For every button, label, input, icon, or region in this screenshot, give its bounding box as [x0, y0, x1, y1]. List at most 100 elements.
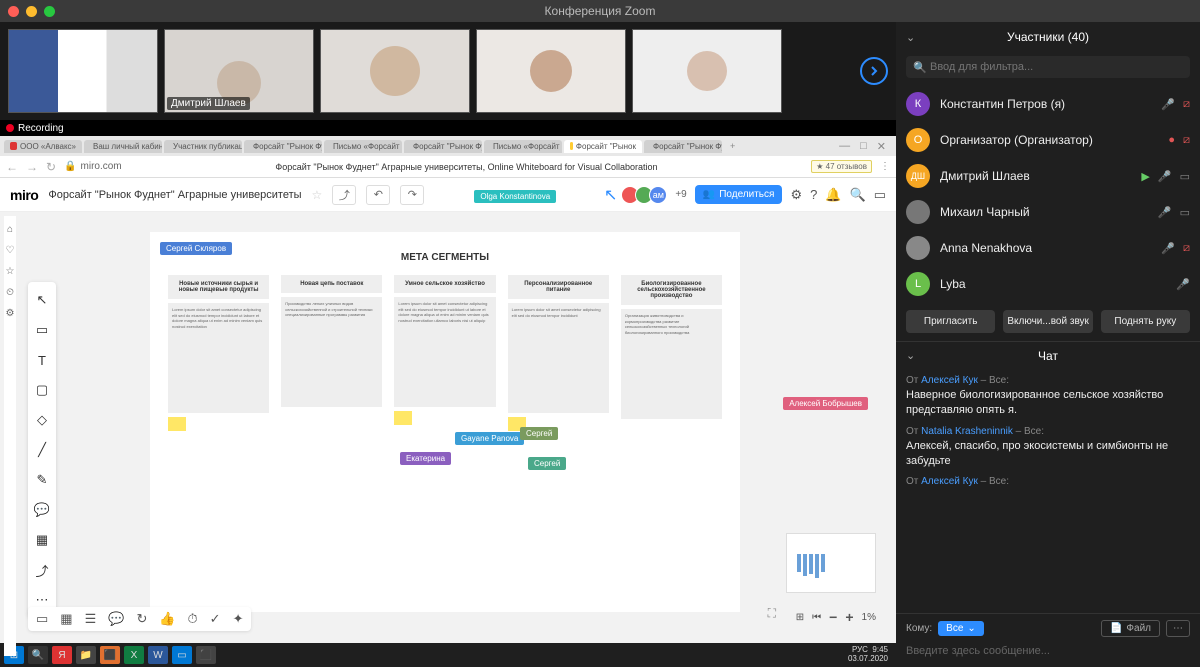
sticky-note[interactable]	[168, 417, 186, 431]
star-icon[interactable]: ☆	[6, 266, 15, 277]
mic-icon[interactable]: 🎤	[1158, 206, 1172, 219]
column[interactable]: Биологизированное сельскохозяйственное п…	[621, 275, 722, 431]
browser-minimize[interactable]: —	[839, 140, 850, 153]
miro-logo[interactable]: miro	[10, 187, 38, 203]
video-tile-self[interactable]: К	[8, 29, 158, 113]
chat-messages[interactable]: От Алексей Кук – Все: Наверное биологизи…	[896, 369, 1200, 613]
taskbar-app[interactable]: ⬛	[196, 646, 216, 664]
system-tray[interactable]: РУС 9:45 03.07.2020	[848, 646, 892, 664]
participants-header[interactable]: ⌄ Участники (40)	[896, 22, 1200, 52]
video-tile[interactable]	[476, 29, 626, 113]
mic-muted-icon[interactable]: 🎤	[1176, 278, 1190, 291]
taskbar-app[interactable]: W	[148, 646, 168, 664]
column[interactable]: Новые источники сырья и новые пищевые пр…	[168, 275, 269, 431]
browser-maximize[interactable]: □	[860, 140, 867, 153]
bell-icon[interactable]: 🔔	[825, 187, 841, 203]
taskbar-app[interactable]: Я	[52, 646, 72, 664]
recipient-select[interactable]: Все⌄	[938, 621, 984, 636]
more-button[interactable]: ⋯	[1166, 620, 1190, 637]
mic-icon[interactable]: 🎤	[1158, 170, 1172, 183]
mac-maximize[interactable]	[44, 6, 55, 17]
chat-input[interactable]	[906, 641, 1190, 661]
mute-all-button[interactable]: Включи...вой звук	[1003, 310, 1092, 333]
participant-row[interactable]: L Lyba 🎤	[896, 266, 1200, 302]
extension-icon[interactable]: ⋮	[880, 161, 890, 172]
grid-icon[interactable]: ▦	[60, 611, 72, 627]
video-icon[interactable]: ▭	[1180, 206, 1190, 219]
share-button[interactable]: 👥 Поделиться	[695, 185, 783, 204]
video-tile[interactable]: Дмитрий Шлаев	[164, 29, 314, 113]
home-icon[interactable]: ⌂	[7, 224, 13, 235]
line-tool[interactable]: ╱	[34, 442, 50, 458]
mic-muted-icon[interactable]: 🎤	[1161, 242, 1175, 255]
url-field[interactable]: 🔒 miro.com	[64, 161, 122, 172]
browser-tab[interactable]: Ваш личный кабинет	[84, 140, 162, 153]
layers-icon[interactable]: ☰	[85, 611, 97, 627]
raise-hand-button[interactable]: Поднять руку	[1101, 310, 1190, 333]
help-icon[interactable]: ?	[810, 187, 817, 202]
shape-tool[interactable]: ◇	[34, 412, 50, 428]
frame-icon[interactable]: ▭	[36, 611, 48, 627]
history-icon[interactable]: ↻	[136, 611, 147, 627]
invite-button[interactable]: Пригласить	[906, 310, 995, 333]
cursor-pointer-icon[interactable]: ↖	[604, 185, 617, 205]
search-icon[interactable]: 🔍	[850, 187, 866, 203]
pen-tool[interactable]: ✎	[34, 472, 50, 488]
minimap[interactable]	[786, 533, 876, 593]
star-icon[interactable]: ☆	[312, 188, 323, 202]
fit-icon[interactable]: ⊞	[796, 612, 804, 623]
browser-tab[interactable]: ООО «Алвакс»	[4, 140, 82, 153]
taskbar-app[interactable]: X	[124, 646, 144, 664]
mac-close[interactable]	[8, 6, 19, 17]
comment-icon[interactable]: 💬	[108, 611, 124, 627]
presence-count[interactable]: +9	[675, 189, 686, 200]
attach-file-button[interactable]: 📄Файл	[1101, 620, 1160, 637]
taskbar-app[interactable]: ⬛	[100, 646, 120, 664]
participant-row[interactable]: Anna Nenakhova 🎤⧄	[896, 230, 1200, 266]
browser-tab-active[interactable]: Форсайт "Рынок	[564, 140, 642, 153]
whiteboard-frame[interactable]: Сергей Скляров МЕТА СЕГМЕНТЫ Новые источ…	[150, 232, 740, 612]
text-tool[interactable]: T	[34, 352, 50, 368]
taskbar-search[interactable]: 🔍	[28, 646, 48, 664]
export-button[interactable]: ⤴	[332, 185, 356, 205]
mic-muted-icon[interactable]: ●	[1168, 134, 1175, 147]
template-tool[interactable]: ▭	[34, 322, 50, 338]
clock-icon[interactable]: ⏲	[6, 287, 14, 298]
browser-tab[interactable]: Участник публикац	[164, 140, 242, 153]
zoom-prev[interactable]: ⏮	[812, 612, 821, 623]
screen-share-icon[interactable]: ▶	[1141, 170, 1149, 183]
fullscreen-icon[interactable]: ⛶	[768, 606, 776, 621]
browser-tab[interactable]: Форсайт "Рынок Фуд	[404, 140, 482, 153]
mic-muted-icon[interactable]: 🎤	[1161, 98, 1175, 111]
nav-reload[interactable]: ↻	[46, 160, 56, 174]
settings-icon[interactable]: ⚙	[790, 187, 802, 203]
participant-row[interactable]: О Организатор (Организатор) ●⧄	[896, 122, 1200, 158]
video-off-icon[interactable]: ⧄	[1183, 98, 1190, 111]
taskbar-app[interactable]: 📁	[76, 646, 96, 664]
heart-icon[interactable]: ♡	[6, 245, 15, 256]
vote-icon[interactable]: ✓	[210, 611, 221, 627]
new-tab-button[interactable]: +	[724, 141, 741, 151]
video-tile[interactable]	[632, 29, 782, 113]
like-icon[interactable]: 👍	[159, 611, 175, 627]
more-tools[interactable]: ⋯	[34, 592, 50, 608]
participant-row[interactable]: Михаил Чарный 🎤▭	[896, 194, 1200, 230]
presence-avatars[interactable]: ам	[625, 186, 667, 204]
video-icon[interactable]: ▭	[1180, 170, 1190, 183]
browser-tab[interactable]: Форсайт "Рынок Фуд	[244, 140, 322, 153]
browser-tab[interactable]: Письмо «Форсайт "	[484, 140, 562, 153]
participants-search[interactable]	[906, 56, 1190, 78]
select-tool[interactable]: ↖	[34, 292, 50, 308]
zoom-level[interactable]: 1%	[862, 612, 876, 623]
browser-tab[interactable]: Форсайт "Рынок Фуд	[644, 140, 722, 153]
board-name[interactable]: Форсайт "Рынок Фуднет" Аграрные универси…	[48, 189, 301, 201]
zoom-in[interactable]: +	[845, 609, 853, 625]
browser-tab[interactable]: Письмо «Форсайт "	[324, 140, 402, 153]
nav-forward[interactable]: →	[26, 160, 38, 174]
participant-row[interactable]: ДШ Дмитрий Шлаев ▶🎤▭	[896, 158, 1200, 194]
sticky-note[interactable]	[394, 411, 412, 425]
undo-button[interactable]: ↶	[366, 185, 390, 205]
video-tile[interactable]	[320, 29, 470, 113]
miro-canvas[interactable]: ⌂ ♡ ☆ ⏲ ⚙ ↖ ▭ T ▢ ◇ ╱ ✎ 💬 ▦ ⤴ ⋯ Сергей С…	[0, 212, 896, 643]
column[interactable]: Умное сельское хозяйствоLorem ipsum dolo…	[394, 275, 495, 431]
